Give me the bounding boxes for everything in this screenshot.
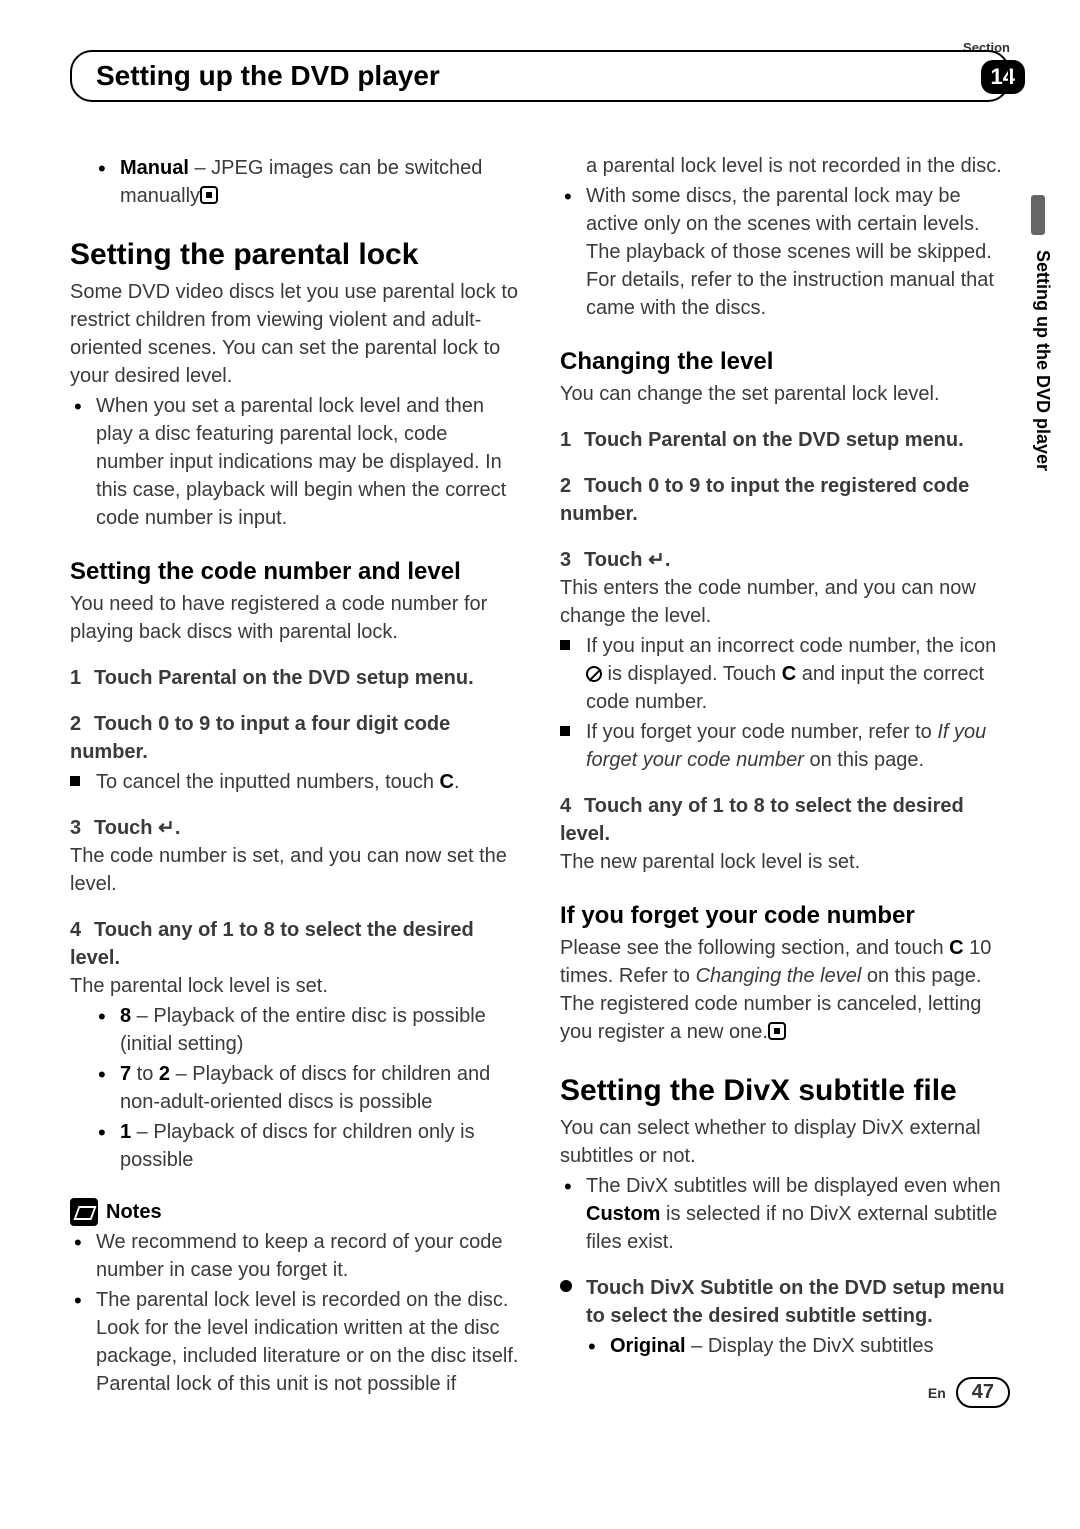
step-1: 1Touch Parental on the DVD setup menu. bbox=[70, 664, 520, 692]
csq-2: If you forget your code number, refer to… bbox=[560, 718, 1010, 774]
cstep-4-sub: The new parental lock level is set. bbox=[560, 848, 1010, 876]
page-title: Setting up the DVD player bbox=[96, 60, 440, 92]
level-7-2: 7 to 2 – Playback of discs for children … bbox=[120, 1060, 520, 1116]
note-1: We recommend to keep a record of your co… bbox=[96, 1228, 520, 1284]
parental-intro: Some DVD video discs let you use parenta… bbox=[70, 278, 520, 390]
heading-parental-lock: Setting the parental lock bbox=[70, 238, 520, 272]
level-1: 1 – Playback of discs for children only … bbox=[120, 1118, 520, 1174]
cont-1: a parental lock level is not recorded in… bbox=[560, 152, 1010, 180]
side-tab-marker bbox=[1031, 195, 1045, 235]
manual-bullet: Manual – JPEG images can be switched man… bbox=[120, 154, 520, 210]
page-header: Setting up the DVD player bbox=[70, 50, 1010, 102]
code-intro: You need to have registered a code numbe… bbox=[70, 590, 520, 646]
change-intro: You can change the set parental lock lev… bbox=[560, 380, 1010, 408]
divx-intro: You can select whether to display DivX e… bbox=[560, 1114, 1010, 1170]
notes-header: Notes bbox=[70, 1198, 520, 1226]
stop-icon bbox=[768, 1022, 786, 1040]
step-2-sub: To cancel the inputted numbers, touch C. bbox=[70, 768, 520, 796]
divx-bullet: The DivX subtitles will be displayed eve… bbox=[586, 1172, 1010, 1256]
manual-label: Manual bbox=[120, 157, 189, 179]
notes-icon bbox=[70, 1198, 98, 1226]
page-footer: En 47 bbox=[928, 1377, 1010, 1408]
heading-forget-code: If you forget your code number bbox=[560, 902, 1010, 930]
level-8: 8 – Playback of the entire disc is possi… bbox=[120, 1002, 520, 1058]
notes-label: Notes bbox=[106, 1201, 162, 1224]
divx-original: Original – Display the DivX subtitles bbox=[610, 1332, 1010, 1360]
step-2: 2Touch 0 to 9 to input a four digit code… bbox=[70, 710, 520, 766]
footer-page-number: 47 bbox=[956, 1377, 1010, 1408]
stop-icon bbox=[200, 186, 218, 204]
note-2: The parental lock level is recorded on t… bbox=[96, 1286, 520, 1398]
cstep-2: 2Touch 0 to 9 to input the registered co… bbox=[560, 472, 1010, 528]
cstep-3-sub: This enters the code number, and you can… bbox=[560, 574, 1010, 630]
heading-divx: Setting the DivX subtitle file bbox=[560, 1074, 1010, 1108]
divx-step: Touch DivX Subtitle on the DVD setup men… bbox=[560, 1274, 1010, 1330]
footer-lang: En bbox=[928, 1385, 946, 1401]
parental-bullet: When you set a parental lock level and t… bbox=[96, 392, 520, 532]
left-column: Manual – JPEG images can be switched man… bbox=[70, 152, 520, 1398]
forget-text: Please see the following section, and to… bbox=[560, 934, 1010, 1046]
cstep-1: 1Touch Parental on the DVD setup menu. bbox=[560, 426, 1010, 454]
cstep-4: 4Touch any of 1 to 8 to select the desir… bbox=[560, 792, 1010, 848]
prohibit-icon bbox=[586, 666, 602, 682]
step-4-sub: The parental lock level is set. bbox=[70, 972, 520, 1000]
right-column: a parental lock level is not recorded in… bbox=[560, 152, 1010, 1398]
step-3-sub: The code number is set, and you can now … bbox=[70, 842, 520, 898]
heading-code-level: Setting the code number and level bbox=[70, 558, 520, 586]
heading-changing-level: Changing the level bbox=[560, 348, 1010, 376]
side-section-title: Setting up the DVD player bbox=[1032, 250, 1053, 471]
step-4: 4Touch any of 1 to 8 to select the desir… bbox=[70, 916, 520, 972]
cont-2: With some discs, the parental lock may b… bbox=[586, 182, 1010, 322]
csq-1: If you input an incorrect code number, t… bbox=[560, 632, 1010, 716]
step-3: 3Touch ↵. bbox=[70, 814, 520, 842]
cstep-3: 3Touch ↵. bbox=[560, 546, 1010, 574]
